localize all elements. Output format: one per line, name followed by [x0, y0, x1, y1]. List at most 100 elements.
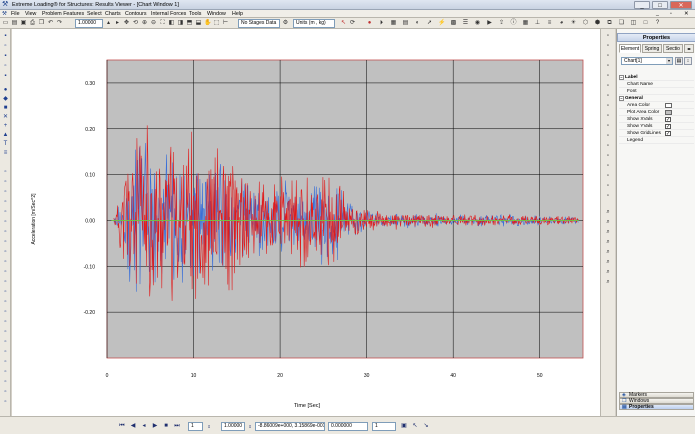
- view-iso-icon[interactable]: ⬓: [195, 20, 202, 27]
- stop-icon[interactable]: ■: [162, 423, 170, 430]
- tab-spring[interactable]: Spring: [642, 44, 662, 53]
- cross-icon[interactable]: ✕: [2, 114, 9, 121]
- scale-spinner-icon[interactable]: ⇕: [246, 423, 254, 430]
- strip-9-icon[interactable]: ▫: [604, 113, 612, 120]
- window-cascade-icon[interactable]: ❏: [618, 20, 625, 27]
- tool-h-icon[interactable]: ▫: [2, 239, 9, 246]
- mdi-icon[interactable]: ⚒: [2, 11, 7, 17]
- pan-icon[interactable]: ✋: [204, 20, 211, 27]
- strip-7-icon[interactable]: ▫: [604, 93, 612, 100]
- zoom-out-icon[interactable]: ⊖: [150, 20, 157, 27]
- vector-icon[interactable]: ➚: [426, 20, 433, 27]
- strip-10-icon[interactable]: ▫: [604, 123, 612, 130]
- category-general[interactable]: − General: [619, 95, 694, 102]
- tool-i-icon[interactable]: ▫: [2, 249, 9, 256]
- chart-icon[interactable]: ▦: [390, 20, 397, 27]
- animation-icon[interactable]: ⏵: [378, 20, 385, 27]
- tool-m-icon[interactable]: ▫: [2, 289, 9, 296]
- tool-j-icon[interactable]: ▫: [2, 259, 9, 266]
- prop-font[interactable]: Font: [619, 88, 694, 95]
- chart-window[interactable]: 0.30 0.20 0.10 0.00 -0.10 -0.20 0 10 20 30 40 50 T…: [12, 29, 600, 416]
- tool-n-icon[interactable]: ▫: [2, 299, 9, 306]
- print-icon[interactable]: ⎙: [29, 20, 36, 27]
- prop-plot-area-color[interactable]: Plot Area Color: [619, 109, 694, 116]
- strip-8-icon[interactable]: ▫: [604, 103, 612, 110]
- tool-e-icon[interactable]: ▫: [2, 209, 9, 216]
- menu-help[interactable]: Help: [232, 11, 243, 17]
- tool-d-icon[interactable]: ▫: [2, 199, 9, 206]
- zoom-5-icon[interactable]: ⌕: [604, 249, 612, 256]
- menu-internal-forces[interactable]: Internal Forces: [151, 11, 186, 17]
- zoom-6-icon[interactable]: ⌕: [604, 259, 612, 266]
- contour-icon[interactable]: ◐: [414, 20, 421, 27]
- tool-g-icon[interactable]: ▫: [2, 229, 9, 236]
- collapse-icon[interactable]: −: [619, 75, 624, 80]
- strip-17-icon[interactable]: ▫: [604, 193, 612, 200]
- redo-icon[interactable]: ↷: [56, 20, 63, 27]
- export-icon[interactable]: ⇪: [498, 20, 505, 27]
- prop-show-gridlines[interactable]: Show GridLines ✓: [619, 130, 694, 137]
- menu-contours[interactable]: Contours: [125, 11, 147, 17]
- tool-x-icon[interactable]: ▫: [2, 399, 9, 406]
- stage-dropdown[interactable]: No Stages Data: [238, 19, 280, 28]
- crack-icon[interactable]: ⚡: [438, 20, 445, 27]
- tool-t-icon[interactable]: ▫: [2, 359, 9, 366]
- legend-icon[interactable]: ≡: [546, 20, 553, 27]
- tool-l-icon[interactable]: ▫: [2, 279, 9, 286]
- split-icon[interactable]: ◫: [630, 20, 637, 27]
- menu-problem-features[interactable]: Problem Features: [42, 11, 84, 17]
- properties-panel-button[interactable]: ▤ Properties: [619, 404, 694, 410]
- table-icon[interactable]: ▤: [402, 20, 409, 27]
- color-icon[interactable]: ◕: [558, 20, 565, 27]
- step-spinner-icon[interactable]: ⇕: [205, 423, 213, 430]
- up-arrow-icon[interactable]: ▴: [105, 20, 112, 27]
- tool-4-icon[interactable]: ▫: [2, 63, 9, 70]
- maximize-button[interactable]: □: [652, 1, 668, 9]
- prop-legend[interactable]: Legend: [619, 137, 694, 144]
- play-backward-icon[interactable]: ◂: [140, 423, 148, 430]
- frame-input[interactable]: 1: [372, 422, 396, 431]
- minimize-button[interactable]: _: [634, 1, 650, 9]
- view-top-icon[interactable]: ⬒: [186, 20, 193, 27]
- lines-icon[interactable]: ≡: [2, 150, 9, 157]
- cursor-icon[interactable]: ↖: [411, 423, 419, 430]
- step-input[interactable]: 1: [188, 422, 203, 431]
- strip-16-icon[interactable]: ▫: [604, 183, 612, 190]
- diamond-icon[interactable]: ◆: [2, 96, 9, 103]
- strip-11-icon[interactable]: ▫: [604, 133, 612, 140]
- menu-file[interactable]: File: [11, 11, 20, 17]
- settings-icon[interactable]: ⚙: [282, 20, 289, 27]
- prop-area-color[interactable]: Area Color: [619, 102, 694, 109]
- camera-icon[interactable]: ◉: [474, 20, 481, 27]
- show-xvals-checkbox[interactable]: ✓: [665, 117, 671, 123]
- categorized-button[interactable]: ▤: [675, 57, 683, 65]
- menu-select[interactable]: Select: [87, 11, 102, 17]
- tool-f-icon[interactable]: ▫: [2, 219, 9, 226]
- measure-icon[interactable]: ⊢: [222, 20, 229, 27]
- wireframe-icon[interactable]: ⬡: [582, 20, 589, 27]
- strip-1-icon[interactable]: ▫: [604, 33, 612, 40]
- show-yvals-checkbox[interactable]: ✓: [665, 124, 671, 130]
- object-selector[interactable]: Chart[1] ▾: [621, 57, 673, 65]
- tool-a-icon[interactable]: ▫: [2, 169, 9, 176]
- save-icon[interactable]: ▣: [20, 20, 27, 27]
- tool-v-icon[interactable]: ▫: [2, 379, 9, 386]
- tool-u-icon[interactable]: ▫: [2, 369, 9, 376]
- snapshot-icon[interactable]: ▣: [400, 423, 408, 430]
- rotate-icon[interactable]: ⟲: [132, 20, 139, 27]
- info-icon[interactable]: ⓘ: [510, 20, 517, 27]
- tool-q-icon[interactable]: ▫: [2, 329, 9, 336]
- tool-b-icon[interactable]: ▫: [2, 179, 9, 186]
- tool-1-icon[interactable]: ▪: [2, 33, 9, 40]
- tool-k-icon[interactable]: ▫: [2, 269, 9, 276]
- tab-section[interactable]: Sectio: [663, 44, 683, 53]
- window-tile-icon[interactable]: ⧉: [606, 20, 613, 27]
- grid-icon[interactable]: ▦: [522, 20, 529, 27]
- units-dropdown[interactable]: Units (m , kg): [293, 19, 335, 28]
- zoom-7-icon[interactable]: ⌕: [604, 269, 612, 276]
- strip-14-icon[interactable]: ▫: [604, 163, 612, 170]
- record-icon[interactable]: ●: [366, 20, 373, 27]
- new-icon[interactable]: ▭: [2, 20, 9, 27]
- zoom-8-icon[interactable]: ⌕: [604, 279, 612, 286]
- prop-show-xvals[interactable]: Show XVals ✓: [619, 116, 694, 123]
